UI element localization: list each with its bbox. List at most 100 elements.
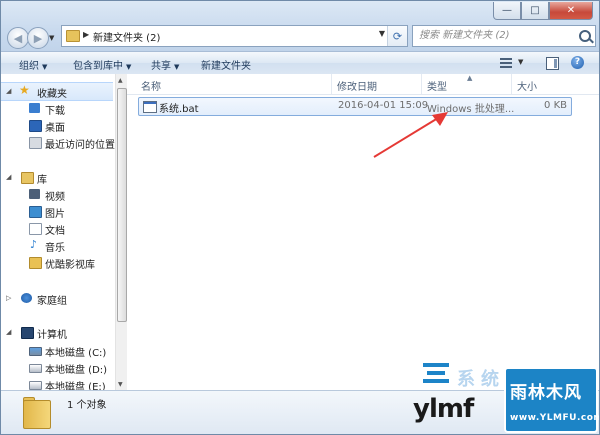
sort-ascending-icon: ▲ <box>467 74 473 82</box>
sidebar-item-documents[interactable]: 文档 <box>1 220 115 237</box>
navigation-pane: ◢ ★ 收藏夹 下载 桌面 最近访问的位置 ◢ 库 视频 图片 文档 ♪ 音乐 … <box>1 74 115 390</box>
drive-icon <box>29 381 42 390</box>
folder-icon <box>66 30 80 42</box>
sidebar-label: 文档 <box>45 226 65 237</box>
sidebar-item-music[interactable]: ♪ 音乐 <box>1 237 115 254</box>
refresh-button[interactable]: ⟳ <box>387 26 407 46</box>
breadcrumb-current-folder[interactable]: 新建文件夹 (2) <box>93 29 160 44</box>
sidebar-item-pictures[interactable]: 图片 <box>1 203 115 220</box>
sidebar-item-homegroup[interactable]: ▷ 家庭组 <box>1 290 115 307</box>
sidebar-label: 收藏夹 <box>37 89 67 100</box>
watermark-brand: ylmf <box>413 394 474 424</box>
column-type[interactable]: 类型 <box>427 78 447 93</box>
back-button[interactable]: ◀ <box>7 27 29 49</box>
share-label: 共享 <box>151 61 171 72</box>
share-button[interactable]: 共享 ▼ <box>151 57 179 72</box>
column-header: 名称 修改日期 类型 ▲ 大小 <box>127 74 599 95</box>
sidebar-label: 图片 <box>45 209 65 220</box>
sidebar-label: 最近访问的位置 <box>45 140 115 151</box>
search-icon[interactable] <box>579 30 591 42</box>
scrollbar-thumb[interactable] <box>117 88 127 322</box>
annotation-arrow <box>373 112 448 158</box>
sidebar-item-libraries[interactable]: ◢ 库 <box>1 169 115 186</box>
include-in-library-button[interactable]: 包含到库中 ▼ <box>73 57 131 72</box>
column-divider[interactable] <box>511 74 512 94</box>
sidebar-item-computer[interactable]: ◢ 计算机 <box>1 324 115 341</box>
watermark-badge-title: 雨林木风 <box>510 383 582 403</box>
documents-library-icon <box>29 223 42 235</box>
scroll-down-icon[interactable]: ▼ <box>118 381 123 388</box>
sidebar-label: 家庭组 <box>37 296 67 307</box>
sidebar-label: 音乐 <box>45 243 65 254</box>
sidebar-item-drive-e[interactable]: 本地磁盘 (E:) <box>1 376 115 390</box>
sidebar-item-recent-places[interactable]: 最近访问的位置 <box>1 134 115 151</box>
sidebar-label: 本地磁盘 (C:) <box>45 348 107 359</box>
close-button[interactable]: ✕ <box>549 2 593 20</box>
explorer-window: — □ ✕ ◀ ▶ ▼ ▶ 新建文件夹 (2) ▼ ⟳ 组织▼ 包含到库中▼ 共… <box>0 0 600 435</box>
music-note-icon: ♪ <box>30 238 38 251</box>
sidebar-item-desktop[interactable]: 桌面 <box>1 117 115 134</box>
recent-pages-dropdown[interactable]: ▼ <box>49 34 54 42</box>
drive-icon <box>29 364 42 373</box>
desktop-icon <box>29 120 42 132</box>
search-input[interactable] <box>419 28 569 43</box>
chevron-down-icon: ▼ <box>174 63 180 71</box>
collapse-icon[interactable]: ▷ <box>6 294 11 302</box>
minimize-button[interactable]: — <box>493 2 521 20</box>
arrow-left-icon: ◀ <box>13 31 23 45</box>
arrow-shaft <box>373 117 439 158</box>
column-size[interactable]: 大小 <box>517 78 537 93</box>
organize-label: 组织 <box>19 61 39 72</box>
computer-icon <box>21 327 34 339</box>
column-name[interactable]: 名称 <box>141 78 161 93</box>
breadcrumb-chevron-icon[interactable]: ▶ <box>83 30 89 39</box>
collapse-icon[interactable]: ◢ <box>6 173 11 181</box>
chevron-down-icon: ▼ <box>42 63 48 71</box>
sidebar-label: 库 <box>37 175 47 186</box>
change-view-icon[interactable] <box>500 58 512 68</box>
system-drive-icon <box>29 347 42 356</box>
arrow-right-icon: ▶ <box>33 31 43 45</box>
column-divider[interactable] <box>331 74 332 94</box>
file-row[interactable]: 系统.bat 2016-04-01 15:09 Windows 批处理... 0… <box>138 97 572 116</box>
sidebar-item-favorites[interactable]: ◢ ★ 收藏夹 <box>1 82 113 101</box>
library-icon <box>21 172 34 184</box>
sidebar-item-youku-library[interactable]: 优酷影视库 <box>1 254 115 271</box>
sidebar-item-downloads[interactable]: 下载 <box>1 100 115 117</box>
folder-icon <box>29 257 42 269</box>
file-list: 名称 修改日期 类型 ▲ 大小 系统.bat 2016-04-01 15:09 … <box>127 74 599 390</box>
recent-places-icon <box>29 137 42 149</box>
file-name: 系统.bat <box>159 104 199 115</box>
address-bar[interactable]: ▶ 新建文件夹 (2) ▼ ⟳ <box>61 25 408 47</box>
organize-button[interactable]: 组织 ▼ <box>19 57 47 72</box>
collapse-icon[interactable]: ◢ <box>6 328 11 336</box>
column-modified[interactable]: 修改日期 <box>337 78 377 93</box>
view-options-dropdown[interactable]: ▼ <box>518 58 523 66</box>
watermark-badge-url: www.YLMFU.com <box>510 413 600 423</box>
chevron-down-icon: ▼ <box>126 63 132 71</box>
scroll-up-icon[interactable]: ▲ <box>118 77 123 84</box>
sidebar-label: 视频 <box>45 192 65 203</box>
navigation-scrollbar[interactable]: ▲ ▼ <box>115 74 127 390</box>
video-library-icon <box>29 189 40 199</box>
maximize-button[interactable]: □ <box>521 2 549 20</box>
sidebar-label: 本地磁盘 (E:) <box>45 382 106 390</box>
sidebar-item-drive-c[interactable]: 本地磁盘 (C:) <box>1 342 115 359</box>
address-dropdown-icon[interactable]: ▼ <box>379 29 385 38</box>
search-box[interactable] <box>412 25 596 47</box>
item-count: 1 个对象 <box>67 400 107 411</box>
watermark-logo <box>419 359 453 389</box>
forward-button[interactable]: ▶ <box>27 27 49 49</box>
new-folder-button[interactable]: 新建文件夹 <box>201 57 251 72</box>
sidebar-item-videos[interactable]: 视频 <box>1 186 115 203</box>
column-divider[interactable] <box>421 74 422 94</box>
include-in-library-label: 包含到库中 <box>73 61 123 72</box>
new-folder-label: 新建文件夹 <box>201 61 251 72</box>
sidebar-item-drive-d[interactable]: 本地磁盘 (D:) <box>1 359 115 376</box>
preview-pane-icon[interactable] <box>546 57 559 70</box>
file-size: 0 KB <box>544 100 567 111</box>
batch-file-icon <box>143 101 157 113</box>
collapse-icon[interactable]: ◢ <box>6 87 11 95</box>
help-icon[interactable]: ? <box>571 56 584 69</box>
download-folder-icon <box>29 103 40 113</box>
